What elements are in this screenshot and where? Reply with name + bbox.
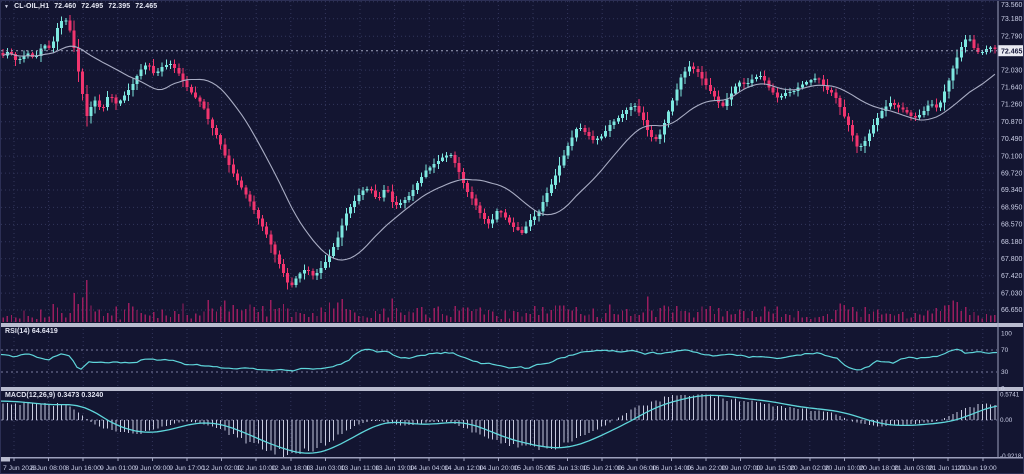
low-value: 72.395 bbox=[108, 3, 130, 10]
svg-text:12 Jun 02:00: 12 Jun 02:00 bbox=[202, 465, 242, 472]
pane-separator-macd[interactable] bbox=[1, 387, 1024, 391]
svg-text:16 Jun 14:00: 16 Jun 14:00 bbox=[652, 465, 692, 472]
svg-text:70.100: 70.100 bbox=[1001, 153, 1023, 160]
chart-canvas[interactable]: 73.56073.18072.79072.41072.03071.64071.2… bbox=[1, 1, 1024, 474]
svg-text:20 Jun 10:00: 20 Jun 10:00 bbox=[825, 465, 865, 472]
open-value: 72.460 bbox=[54, 3, 76, 10]
svg-text:70: 70 bbox=[1001, 347, 1009, 354]
svg-text:70.490: 70.490 bbox=[1001, 136, 1023, 143]
svg-text:68.950: 68.950 bbox=[1001, 205, 1023, 212]
svg-text:16 Jun 06:00: 16 Jun 06:00 bbox=[617, 465, 657, 472]
svg-text:8 Jun 08:00: 8 Jun 08:00 bbox=[31, 465, 67, 472]
close-value: 72.465 bbox=[135, 3, 157, 10]
high-value: 72.495 bbox=[81, 3, 103, 10]
svg-text:67.030: 67.030 bbox=[1001, 290, 1023, 297]
svg-text:71.260: 71.260 bbox=[1001, 102, 1023, 109]
svg-text:16 Jun 22:00: 16 Jun 22:00 bbox=[686, 465, 726, 472]
svg-text:9 Jun 17:00: 9 Jun 17:00 bbox=[169, 465, 205, 472]
svg-text:100: 100 bbox=[1001, 331, 1012, 338]
svg-text:14 Jun 04:00: 14 Jun 04:00 bbox=[410, 465, 450, 472]
svg-text:15 Jun 13:00: 15 Jun 13:00 bbox=[548, 465, 588, 472]
rsi-indicator-label: RSI(14) 64.6419 bbox=[5, 328, 58, 335]
svg-text:21 Jun 19:00: 21 Jun 19:00 bbox=[957, 465, 997, 472]
svg-text:12 Jun 10:00: 12 Jun 10:00 bbox=[237, 465, 277, 472]
chart-ohlc-title: ▼ CL-OIL,H1 72.460 72.495 72.395 72.465 bbox=[4, 3, 157, 10]
svg-text:70.870: 70.870 bbox=[1001, 119, 1023, 126]
pane-separator-rsi[interactable] bbox=[1, 323, 1024, 327]
svg-text:73.180: 73.180 bbox=[1001, 16, 1023, 23]
collapse-triangle-icon[interactable]: ▼ bbox=[4, 4, 9, 10]
svg-text:72.030: 72.030 bbox=[1001, 67, 1023, 74]
svg-text:67.800: 67.800 bbox=[1001, 256, 1023, 263]
svg-text:13 Jun 03:00: 13 Jun 03:00 bbox=[306, 465, 346, 472]
svg-text:68.570: 68.570 bbox=[1001, 222, 1023, 229]
svg-text:14 Jun 20:00: 14 Jun 20:00 bbox=[479, 465, 519, 472]
trading-chart-window: 73.56073.18072.79072.41072.03071.64071.2… bbox=[0, 0, 1024, 474]
svg-text:12 Jun 18:00: 12 Jun 18:00 bbox=[271, 465, 311, 472]
svg-text:66.650: 66.650 bbox=[1001, 307, 1023, 314]
svg-text:15 Jun 21:00: 15 Jun 21:00 bbox=[583, 465, 623, 472]
svg-text:13 Jun 11:00: 13 Jun 11:00 bbox=[341, 465, 380, 472]
svg-text:9 Jun 01:00: 9 Jun 01:00 bbox=[100, 465, 136, 472]
svg-text:30: 30 bbox=[1001, 369, 1009, 376]
symbol-period-label: CL-OIL,H1 bbox=[14, 3, 49, 10]
svg-text:0.5741: 0.5741 bbox=[1000, 391, 1020, 398]
svg-text:8 Jun 16:00: 8 Jun 16:00 bbox=[65, 465, 101, 472]
scroll-marker[interactable] bbox=[1, 457, 10, 462]
svg-text:15 Jun 05:00: 15 Jun 05:00 bbox=[513, 465, 553, 472]
svg-text:14 Jun 12:00: 14 Jun 12:00 bbox=[444, 465, 484, 472]
svg-text:69.720: 69.720 bbox=[1001, 170, 1023, 177]
svg-text:0.00: 0.00 bbox=[1000, 417, 1013, 424]
macd-indicator-label: MACD(12,26,9) 0.3473 0.3240 bbox=[5, 392, 103, 399]
svg-text:72.790: 72.790 bbox=[1001, 33, 1023, 40]
svg-text:21 Jun 03:00: 21 Jun 03:00 bbox=[894, 465, 934, 472]
svg-text:13 Jun 19:00: 13 Jun 19:00 bbox=[375, 465, 415, 472]
svg-text:20 Jun 18:00: 20 Jun 18:00 bbox=[859, 465, 899, 472]
current-price-tag-text: 72.465 bbox=[1001, 48, 1023, 55]
svg-text:19 Jun 15:00: 19 Jun 15:00 bbox=[756, 465, 796, 472]
svg-text:73.560: 73.560 bbox=[1001, 2, 1023, 9]
svg-text:-0.9218: -0.9218 bbox=[1000, 453, 1022, 460]
svg-text:20 Jun 02:00: 20 Jun 02:00 bbox=[790, 465, 830, 472]
svg-text:71.640: 71.640 bbox=[1001, 85, 1023, 92]
svg-text:9 Jun 09:00: 9 Jun 09:00 bbox=[135, 465, 171, 472]
svg-text:19 Jun 07:00: 19 Jun 07:00 bbox=[721, 465, 761, 472]
svg-text:69.340: 69.340 bbox=[1001, 187, 1023, 194]
svg-text:68.180: 68.180 bbox=[1001, 239, 1023, 246]
svg-text:67.420: 67.420 bbox=[1001, 273, 1023, 280]
